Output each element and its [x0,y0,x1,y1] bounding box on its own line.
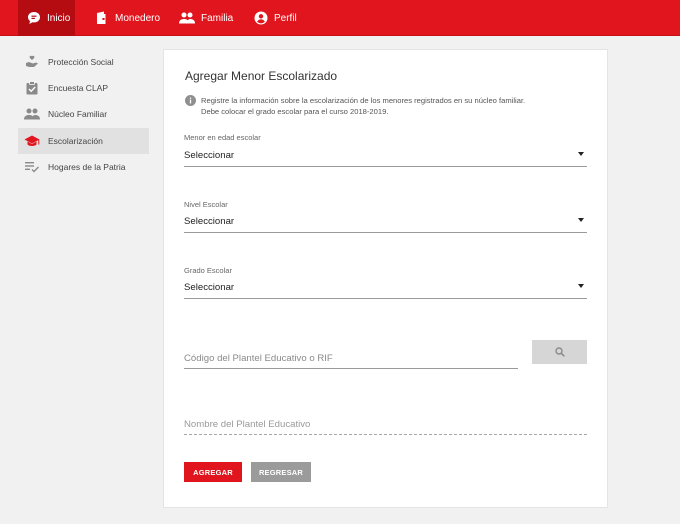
minor-select-value: Seleccionar [184,150,235,161]
minor-select[interactable]: Seleccionar [184,147,587,167]
nav-item-label: Familia [201,12,234,24]
nav-item-label: Perfil [274,12,297,24]
school-level-select[interactable]: Seleccionar [184,213,587,233]
page-title: Agregar Menor Escolarizado [185,69,338,83]
sidebar-item-hogares-de-la-patria[interactable]: Hogares de la Patria [18,154,149,180]
hand-heart-icon [24,54,40,70]
info-icon [185,95,196,106]
sidebar-item-label: Protección Social [48,57,114,67]
school-grade-select-label: Grado Escolar [184,266,232,275]
people-icon [24,106,40,122]
dropdown-arrow-icon [578,152,584,156]
school-grade-select-value: Seleccionar [184,282,235,293]
top-navbar: Inicio Monedero Familia Perfil [0,0,680,36]
add-minor-form-card: Agregar Menor Escolarizado Registre la i… [163,49,608,508]
add-button[interactable]: AGREGAR [184,462,242,482]
info-message: Registre la información sobre la escolar… [201,95,581,117]
nav-item-familia[interactable]: Familia [179,0,233,36]
info-message-line: Debe colocar el grado escolar para el cu… [201,107,389,116]
school-code-input[interactable] [184,349,518,369]
chat-bubble-icon [28,12,40,24]
sidebar-item-encuesta-clap[interactable]: Encuesta CLAP [18,75,149,101]
search-school-button[interactable] [532,340,587,364]
school-name-input[interactable] [184,415,587,435]
sidebar-item-label: Hogares de la Patria [48,162,126,172]
minor-select-label: Menor en edad escolar [184,133,261,142]
nav-item-label: Monedero [115,12,161,24]
nav-item-inicio[interactable]: Inicio [18,0,75,36]
dropdown-arrow-icon [578,218,584,222]
sidebar-item-proteccion-social[interactable]: Protección Social [18,49,149,75]
people-icon [179,12,195,24]
search-icon [554,347,565,357]
nav-item-label: Inicio [47,12,71,24]
nav-item-perfil[interactable]: Perfil [254,0,297,36]
sidebar-item-label: Núcleo Familiar [48,109,108,119]
graduation-cap-icon [24,133,40,149]
checklist-icon [24,159,40,175]
nav-item-monedero[interactable]: Monedero [95,0,160,36]
school-level-select-label: Nivel Escolar [184,200,228,209]
info-message-line: Registre la información sobre la escolar… [201,96,526,105]
clipboard-check-icon [24,80,40,96]
sidebar-item-escolarizacion[interactable]: Escolarización [18,128,149,154]
school-level-select-value: Seleccionar [184,216,235,227]
account-circle-icon [254,11,268,25]
school-grade-select[interactable]: Seleccionar [184,279,587,299]
wallet-icon [97,11,106,24]
sidebar-item-label: Escolarización [48,136,103,146]
dropdown-arrow-icon [578,284,584,288]
sidebar-item-nucleo-familiar[interactable]: Núcleo Familiar [18,101,149,127]
back-button[interactable]: REGRESAR [251,462,311,482]
sidebar-item-label: Encuesta CLAP [48,83,109,93]
